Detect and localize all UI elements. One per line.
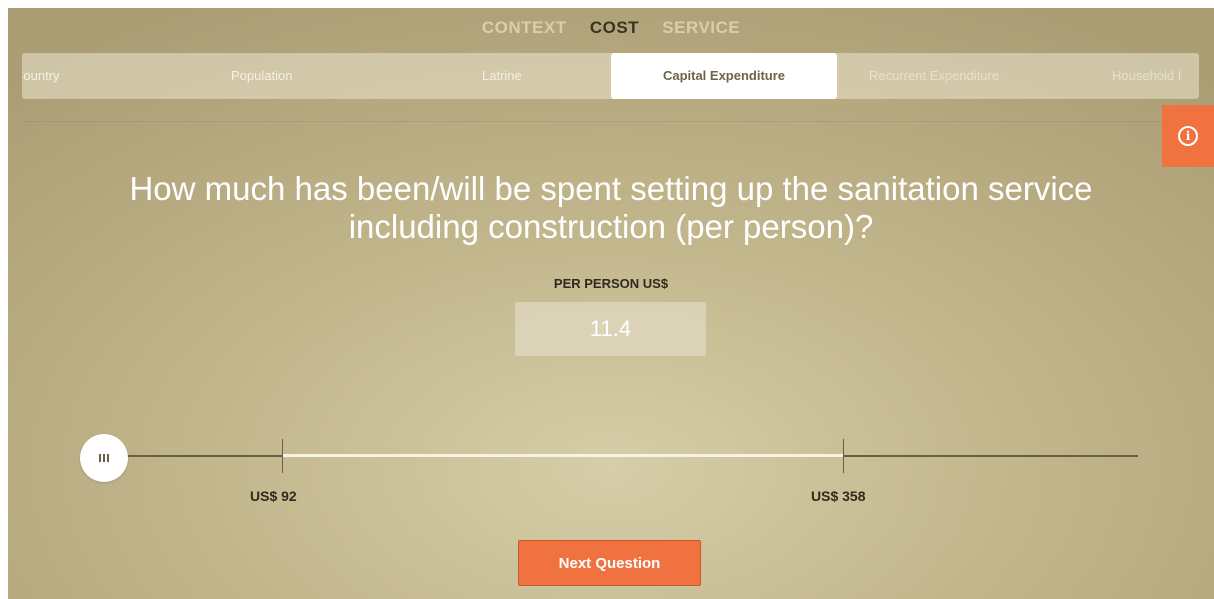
slider-thumb[interactable] [80, 434, 128, 482]
tab-household[interactable]: Household I [1112, 53, 1181, 99]
slider-range-highlight [282, 454, 844, 457]
question-line-2: including construction (per person)? [348, 208, 874, 245]
slider-min-marker [282, 439, 283, 473]
info-icon: i [1178, 126, 1198, 146]
slider-min-label: US$ 92 [250, 488, 297, 504]
info-button[interactable]: i [1162, 105, 1214, 167]
question-text: How much has been/will be spent setting … [48, 170, 1174, 246]
tab-population[interactable]: Population [231, 53, 292, 99]
app-frame: CONTEXT COST SERVICE Country Population … [8, 8, 1214, 599]
section-cost[interactable]: COST [590, 18, 639, 37]
section-context[interactable]: CONTEXT [482, 18, 567, 37]
section-service[interactable]: SERVICE [662, 18, 740, 37]
grip-icon [99, 454, 109, 462]
tab-latrine[interactable]: Latrine [482, 53, 522, 99]
per-person-label: PER PERSON US$ [553, 276, 669, 291]
slider-max-marker [843, 439, 844, 473]
per-person-input[interactable] [515, 302, 706, 356]
tab-capital-expenditure[interactable]: Capital Expenditure [611, 53, 837, 99]
tab-country[interactable]: Country [22, 53, 60, 99]
question-tabs: Country Population Latrine Capital Expen… [22, 53, 1199, 99]
question-line-1: How much has been/will be spent setting … [129, 170, 1093, 207]
section-nav: CONTEXT COST SERVICE [8, 18, 1214, 38]
slider-max-label: US$ 358 [811, 488, 866, 504]
divider [22, 121, 1199, 122]
tab-recurrent-expenditure[interactable]: Recurrent Expenditure [869, 53, 999, 99]
next-question-button[interactable]: Next Question [518, 540, 701, 586]
